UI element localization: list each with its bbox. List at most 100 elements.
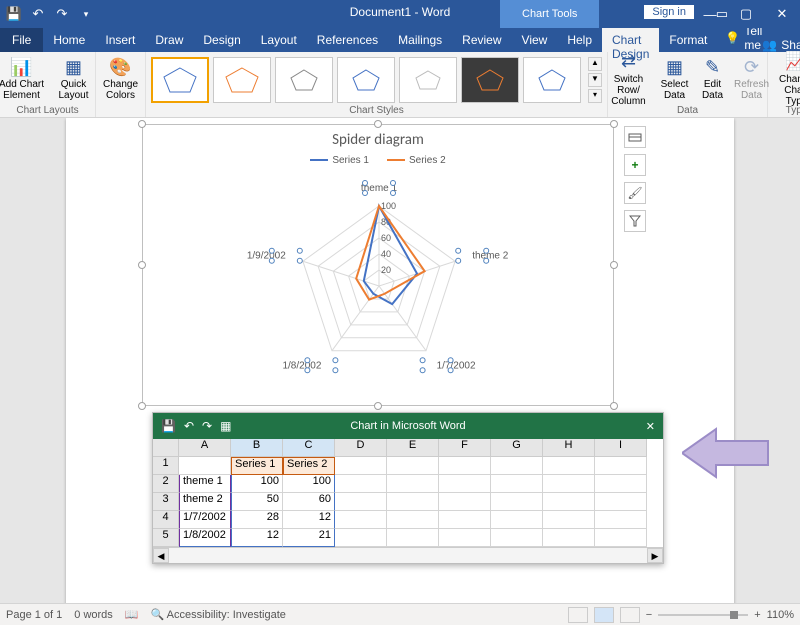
col-header[interactable]: F <box>439 439 491 457</box>
cell[interactable] <box>491 511 543 529</box>
view-web-layout[interactable] <box>620 607 640 623</box>
tab-file[interactable]: File <box>0 28 43 52</box>
cell[interactable] <box>595 475 647 493</box>
resize-handle[interactable] <box>374 120 382 128</box>
zoom-level[interactable]: 110% <box>767 609 794 621</box>
cell[interactable] <box>387 475 439 493</box>
col-header[interactable]: G <box>491 439 543 457</box>
chart-style-4[interactable] <box>337 57 395 103</box>
col-header[interactable]: D <box>335 439 387 457</box>
resize-handle[interactable] <box>610 120 618 128</box>
cell[interactable] <box>387 529 439 547</box>
tab-mailings[interactable]: Mailings <box>388 28 452 52</box>
de-undo-icon[interactable]: ↶ <box>184 419 194 433</box>
chart-legend[interactable]: Series 1 Series 2 <box>143 155 613 166</box>
cell[interactable]: Series 1 <box>231 457 283 475</box>
col-header[interactable]: I <box>595 439 647 457</box>
cell[interactable] <box>543 475 595 493</box>
view-read-mode[interactable] <box>568 607 588 623</box>
resize-handle[interactable] <box>374 402 382 410</box>
cell[interactable] <box>179 457 231 475</box>
cell[interactable] <box>543 529 595 547</box>
chart-style-2[interactable] <box>213 57 271 103</box>
chart-styles-button[interactable]: 🖌 <box>624 182 646 204</box>
save-icon[interactable]: 💾 <box>6 6 22 22</box>
cell[interactable] <box>439 511 491 529</box>
status-page[interactable]: Page 1 of 1 <box>6 609 62 621</box>
cell[interactable]: 21 <box>283 529 335 547</box>
cell[interactable] <box>439 493 491 511</box>
select-all-cell[interactable] <box>153 439 179 457</box>
cell[interactable] <box>439 475 491 493</box>
col-header[interactable]: C <box>283 439 335 457</box>
chart-style-1[interactable] <box>151 57 209 103</box>
resize-handle[interactable] <box>610 261 618 269</box>
resize-handle[interactable] <box>138 120 146 128</box>
chart-style-5[interactable] <box>399 57 457 103</box>
qat-customize-icon[interactable]: ▾ <box>78 6 94 22</box>
radar-chart[interactable]: theme 1theme 21/7/20021/8/20021/9/200210… <box>143 166 615 386</box>
quick-layout-button[interactable]: ▦Quick Layout <box>50 55 98 105</box>
chart-style-7[interactable] <box>523 57 581 103</box>
cell[interactable]: 100 <box>283 475 335 493</box>
status-accessibility[interactable]: 🔍 Accessibility: Investigate <box>151 608 286 621</box>
zoom-out-icon[interactable]: − <box>646 609 652 621</box>
cell[interactable] <box>335 493 387 511</box>
cell[interactable] <box>387 493 439 511</box>
chart-style-3[interactable] <box>275 57 333 103</box>
maximize-icon[interactable]: ▢ <box>728 0 764 28</box>
cell[interactable] <box>335 511 387 529</box>
tab-layout[interactable]: Layout <box>251 28 307 52</box>
resize-handle[interactable] <box>138 261 146 269</box>
tab-review[interactable]: Review <box>452 28 511 52</box>
de-save-icon[interactable]: 💾 <box>161 419 176 433</box>
switch-row-column-button[interactable]: ⇄Switch Row/ Column <box>605 55 653 105</box>
cell[interactable]: theme 2 <box>179 493 231 511</box>
cell[interactable] <box>335 529 387 547</box>
tab-draw[interactable]: Draw <box>145 28 193 52</box>
cell[interactable]: 100 <box>231 475 283 493</box>
undo-icon[interactable]: ↶ <box>30 6 46 22</box>
cell[interactable]: 12 <box>283 511 335 529</box>
cell[interactable] <box>595 457 647 475</box>
cell[interactable] <box>335 457 387 475</box>
row-header[interactable]: 4 <box>153 511 179 529</box>
cell[interactable] <box>491 457 543 475</box>
cell[interactable] <box>543 457 595 475</box>
cell[interactable] <box>335 475 387 493</box>
minimize-icon[interactable]: — <box>692 0 728 28</box>
zoom-in-icon[interactable]: + <box>754 609 760 621</box>
cell[interactable] <box>491 493 543 511</box>
cell[interactable]: Series 2 <box>283 457 335 475</box>
chart-title[interactable]: Spider diagram <box>143 131 613 149</box>
cell[interactable]: 50 <box>231 493 283 511</box>
chart-style-6[interactable] <box>461 57 519 103</box>
add-chart-element-button[interactable]: 📊Add Chart Element <box>0 55 46 105</box>
cell[interactable] <box>491 475 543 493</box>
cell[interactable]: 60 <box>283 493 335 511</box>
de-excel-icon[interactable]: ▦ <box>220 419 231 433</box>
cell[interactable] <box>387 511 439 529</box>
tab-references[interactable]: References <box>307 28 388 52</box>
view-print-layout[interactable] <box>594 607 614 623</box>
scroll-right-icon[interactable]: ▶ <box>647 548 663 563</box>
col-header[interactable]: A <box>179 439 231 457</box>
tab-insert[interactable]: Insert <box>95 28 145 52</box>
de-redo-icon[interactable]: ↷ <box>202 419 212 433</box>
chart-elements-button[interactable]: + <box>624 154 646 176</box>
status-proofing-icon[interactable]: 📖 <box>125 608 139 621</box>
edit-data-button[interactable]: ✎Edit Data <box>697 55 729 105</box>
tab-help[interactable]: Help <box>557 28 602 52</box>
row-header[interactable]: 5 <box>153 529 179 547</box>
cell[interactable] <box>491 529 543 547</box>
change-chart-type-button[interactable]: 📈Change Chart Type <box>773 55 800 105</box>
select-data-button[interactable]: ▦Select Data <box>657 55 693 105</box>
cell[interactable]: theme 1 <box>179 475 231 493</box>
row-header[interactable]: 3 <box>153 493 179 511</box>
change-colors-button[interactable]: 🎨Change Colors <box>97 55 145 105</box>
styles-scroll-up-icon[interactable]: ▲ <box>588 57 602 71</box>
cell[interactable] <box>543 511 595 529</box>
cell[interactable] <box>595 511 647 529</box>
tell-me[interactable]: 💡Tell me <box>725 24 762 52</box>
chart-object[interactable]: Spider diagram Series 1 Series 2 theme 1… <box>142 124 614 406</box>
